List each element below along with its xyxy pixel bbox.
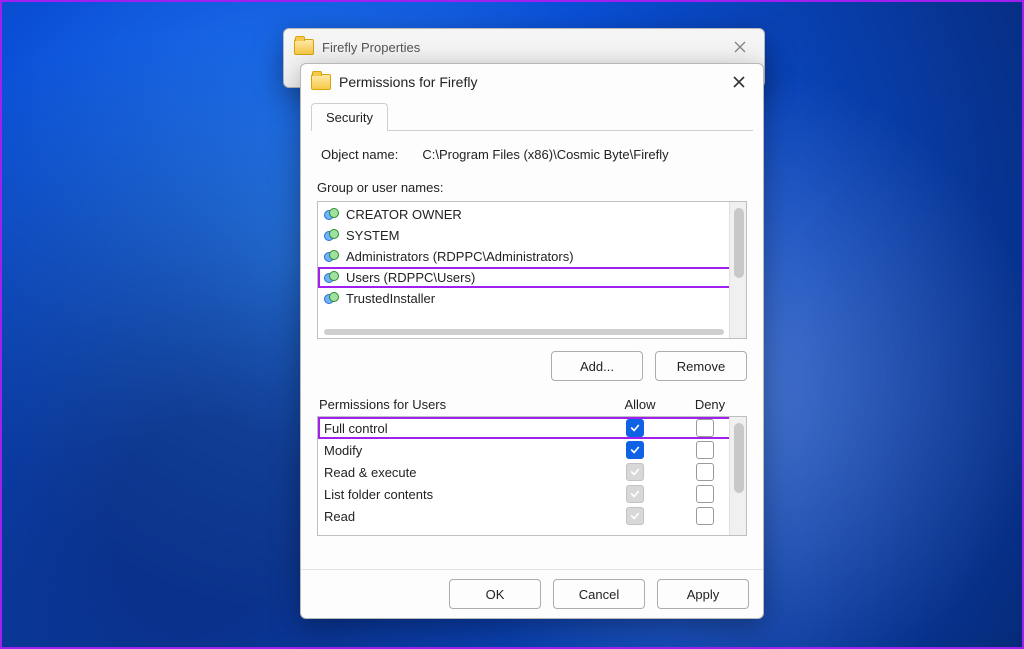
check-icon [630, 445, 640, 455]
check-icon [630, 511, 640, 521]
remove-button[interactable]: Remove [655, 351, 747, 381]
permission-row: Read [318, 505, 746, 527]
folder-icon [311, 74, 331, 90]
permissions-close-button[interactable] [721, 68, 757, 96]
permissions-header: Permissions for Users Allow Deny [319, 397, 745, 412]
users-icon [324, 208, 340, 222]
group-list-label: Group or user names: [317, 180, 747, 195]
permission-row: List folder contents [318, 483, 746, 505]
group-list-hscroll[interactable] [324, 329, 724, 335]
allow-cell [600, 485, 670, 503]
add-button[interactable]: Add... [551, 351, 643, 381]
folder-icon [294, 39, 314, 55]
allow-cell [600, 507, 670, 525]
permission-name: Read [324, 509, 600, 524]
group-item-label: SYSTEM [346, 228, 399, 243]
group-item[interactable]: SYSTEM [318, 225, 746, 246]
object-name-value: C:\Program Files (x86)\Cosmic Byte\Firef… [422, 147, 668, 162]
permission-name: Read & execute [324, 465, 600, 480]
group-item-label: CREATOR OWNER [346, 207, 462, 222]
checkbox[interactable] [696, 507, 714, 525]
users-icon [324, 292, 340, 306]
permissions-listbox[interactable]: Full control Modify Read & execute List fol… [317, 416, 747, 536]
allow-cell [600, 441, 670, 459]
group-item[interactable]: Administrators (RDPPC\Administrators) [318, 246, 746, 267]
permission-name: Modify [324, 443, 600, 458]
permission-name: Full control [324, 421, 600, 436]
properties-close-button[interactable] [722, 33, 758, 61]
desktop-background: Firefly Properties Permissions for Firef… [0, 0, 1024, 649]
tab-security[interactable]: Security [311, 103, 388, 131]
checkbox[interactable] [696, 463, 714, 481]
group-item[interactable]: TrustedInstaller [318, 288, 746, 309]
checkbox[interactable] [696, 485, 714, 503]
users-icon [324, 250, 340, 264]
scrollbar-thumb[interactable] [734, 423, 744, 493]
permission-row: Read & execute [318, 461, 746, 483]
dialog-footer: OK Cancel Apply [301, 569, 763, 618]
checkbox[interactable] [626, 507, 644, 525]
dialog-body: Object name: C:\Program Files (x86)\Cosm… [301, 131, 763, 544]
checkbox[interactable] [696, 419, 714, 437]
checkbox[interactable] [626, 419, 644, 437]
users-icon [324, 271, 340, 285]
permissions-window: Permissions for Firefly Security Object … [300, 63, 764, 619]
object-name-label: Object name: [321, 147, 398, 162]
group-item[interactable]: CREATOR OWNER [318, 204, 746, 225]
checkbox[interactable] [696, 441, 714, 459]
group-item-label: Administrators (RDPPC\Administrators) [346, 249, 574, 264]
close-icon [734, 41, 746, 53]
apply-button[interactable]: Apply [657, 579, 749, 609]
checkbox[interactable] [626, 463, 644, 481]
column-allow: Allow [605, 397, 675, 412]
allow-cell [600, 419, 670, 437]
permission-row: Modify [318, 439, 746, 461]
properties-titlebar[interactable]: Firefly Properties [284, 29, 764, 65]
group-item-label: Users (RDPPC\Users) [346, 270, 475, 285]
permission-row: Full control [318, 417, 746, 439]
ok-button[interactable]: OK [449, 579, 541, 609]
object-name-row: Object name: C:\Program Files (x86)\Cosm… [321, 147, 743, 162]
group-item-label: TrustedInstaller [346, 291, 435, 306]
group-item[interactable]: Users (RDPPC\Users) [318, 267, 746, 288]
users-icon [324, 229, 340, 243]
checkbox[interactable] [626, 485, 644, 503]
tab-strip: Security [311, 102, 753, 131]
group-list-scrollbar[interactable] [729, 202, 746, 338]
check-icon [630, 489, 640, 499]
check-icon [630, 467, 640, 477]
group-user-listbox[interactable]: CREATOR OWNER SYSTEM Administrators (RDPPC… [317, 201, 747, 339]
permissions-titlebar[interactable]: Permissions for Firefly [301, 64, 763, 100]
properties-title: Firefly Properties [322, 40, 722, 55]
perm-list-scrollbar[interactable] [729, 417, 746, 535]
allow-cell [600, 463, 670, 481]
checkbox[interactable] [626, 441, 644, 459]
scrollbar-thumb[interactable] [734, 208, 744, 278]
permissions-for-label: Permissions for Users [319, 397, 605, 412]
close-icon [733, 76, 745, 88]
permissions-title: Permissions for Firefly [339, 74, 721, 90]
cancel-button[interactable]: Cancel [553, 579, 645, 609]
permission-name: List folder contents [324, 487, 600, 502]
group-buttons: Add... Remove [317, 351, 747, 381]
column-deny: Deny [675, 397, 745, 412]
check-icon [630, 423, 640, 433]
